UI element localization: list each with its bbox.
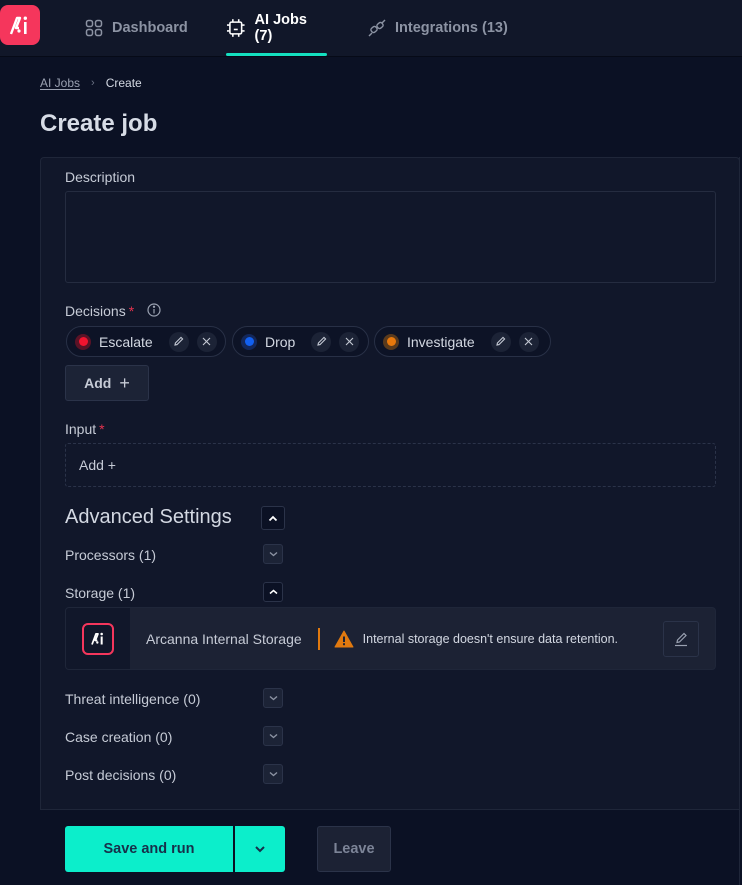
nav-dashboard[interactable]: Dashboard bbox=[85, 0, 188, 56]
storage-warning-text: Internal storage doesn't ensure data ret… bbox=[362, 631, 618, 646]
page-title: Create job bbox=[40, 110, 158, 137]
add-input-label: Add + bbox=[79, 457, 116, 473]
ai-logo-icon bbox=[91, 632, 103, 645]
nav-dashboard-label: Dashboard bbox=[112, 20, 188, 36]
edit-storage-button[interactable] bbox=[663, 621, 699, 657]
advanced-settings-title: Advanced Settings bbox=[65, 506, 232, 528]
chevron-down-icon bbox=[269, 695, 277, 701]
pencil-icon bbox=[317, 336, 327, 346]
pencil-icon bbox=[496, 336, 506, 346]
storage-warning: Internal storage doesn't ensure data ret… bbox=[334, 630, 618, 648]
create-job-form: Description Decisions * Escalate Drop Inv… bbox=[40, 157, 740, 809]
leave-label: Leave bbox=[333, 841, 375, 857]
decision-chip-investigate: Investigate bbox=[374, 326, 551, 357]
warning-triangle-icon bbox=[334, 630, 354, 647]
edit-decision-button[interactable] bbox=[311, 331, 332, 352]
chevron-down-icon bbox=[269, 733, 277, 739]
add-decision-button[interactable]: Add + bbox=[65, 365, 149, 401]
threat-intelligence-label: Threat intelligence (0) bbox=[65, 691, 201, 707]
input-label-text: Input bbox=[65, 421, 97, 437]
close-icon bbox=[345, 337, 354, 346]
nav-ai-jobs-label: AI Jobs (7) bbox=[254, 12, 307, 44]
close-icon bbox=[202, 337, 211, 346]
decision-color-dot bbox=[383, 333, 399, 350]
top-nav: Dashboard AI Jobs (7) Integrations (13) bbox=[0, 0, 742, 57]
remove-decision-button[interactable] bbox=[518, 331, 539, 352]
decisions-label: Decisions * bbox=[65, 303, 134, 319]
description-label: Description bbox=[65, 169, 136, 185]
decision-color-dot bbox=[241, 333, 257, 350]
decision-label: Investigate bbox=[407, 333, 475, 350]
decision-chip-drop: Drop bbox=[232, 326, 369, 357]
remove-decision-button[interactable] bbox=[339, 331, 360, 352]
nav-integrations[interactable]: Integrations (13) bbox=[368, 0, 508, 56]
leave-button[interactable]: Leave bbox=[317, 826, 391, 872]
advanced-settings-toggle[interactable] bbox=[261, 506, 285, 530]
decisions-label-text: Decisions bbox=[65, 303, 126, 319]
processors-label: Processors (1) bbox=[65, 547, 157, 563]
breadcrumb-ai-jobs-link[interactable]: AI Jobs bbox=[40, 76, 80, 90]
pencil-icon bbox=[675, 632, 687, 647]
input-label: Input * bbox=[65, 421, 105, 437]
scrollbar-track[interactable] bbox=[739, 157, 740, 885]
chip-icon bbox=[226, 19, 245, 37]
remove-decision-button[interactable] bbox=[196, 331, 217, 352]
pencil-icon bbox=[174, 336, 184, 346]
save-and-run-button[interactable]: Save and run bbox=[65, 826, 233, 872]
decision-chip-escalate: Escalate bbox=[66, 326, 226, 357]
chevron-up-icon bbox=[268, 515, 278, 521]
warning-divider bbox=[317, 627, 320, 650]
required-mark: * bbox=[99, 421, 105, 437]
breadcrumb-current: Create bbox=[105, 76, 142, 90]
storage-label: Storage (1) bbox=[65, 585, 136, 601]
case-creation-toggle[interactable] bbox=[263, 726, 283, 746]
threat-intelligence-toggle[interactable] bbox=[263, 688, 283, 708]
storage-logo-cell bbox=[66, 608, 130, 669]
chevron-down-icon bbox=[269, 551, 277, 557]
description-textarea[interactable] bbox=[65, 191, 716, 283]
nav-ai-jobs[interactable]: AI Jobs (7) bbox=[226, 0, 327, 56]
storage-toggle[interactable] bbox=[263, 582, 283, 602]
add-decision-label: Add bbox=[84, 375, 112, 391]
chevron-up-icon bbox=[269, 589, 277, 595]
save-options-dropdown-button[interactable] bbox=[235, 826, 285, 872]
breadcrumb-separator: › bbox=[91, 77, 95, 89]
grid-icon bbox=[85, 19, 103, 37]
edit-decision-button[interactable] bbox=[168, 331, 189, 352]
plus-icon: + bbox=[119, 372, 130, 393]
post-decisions-toggle[interactable] bbox=[263, 764, 283, 784]
storage-card: Arcanna Internal Storage Internal storag… bbox=[65, 607, 716, 670]
required-mark: * bbox=[128, 303, 135, 319]
storage-name: Arcanna Internal Storage bbox=[146, 630, 302, 647]
plug-icon bbox=[368, 19, 386, 37]
add-input-dropzone[interactable]: Add + bbox=[65, 443, 716, 487]
arcanna-logo bbox=[82, 622, 114, 655]
chevron-down-icon bbox=[269, 771, 277, 777]
info-icon[interactable] bbox=[147, 303, 161, 317]
app-logo[interactable] bbox=[0, 5, 40, 45]
case-creation-label: Case creation (0) bbox=[65, 729, 173, 745]
breadcrumb: AI Jobs › Create bbox=[40, 76, 142, 90]
footer-divider bbox=[40, 809, 740, 810]
close-icon bbox=[524, 337, 533, 346]
decision-label: Escalate bbox=[99, 333, 153, 350]
save-and-run-label: Save and run bbox=[103, 841, 195, 857]
edit-decision-button[interactable] bbox=[490, 331, 511, 352]
decision-label: Drop bbox=[265, 333, 296, 350]
ai-logo-icon bbox=[9, 16, 27, 35]
nav-integrations-label: Integrations (13) bbox=[395, 20, 508, 36]
post-decisions-label: Post decisions (0) bbox=[65, 767, 177, 783]
decision-color-dot bbox=[75, 333, 91, 350]
chevron-down-icon bbox=[255, 846, 265, 853]
processors-toggle[interactable] bbox=[263, 544, 283, 564]
